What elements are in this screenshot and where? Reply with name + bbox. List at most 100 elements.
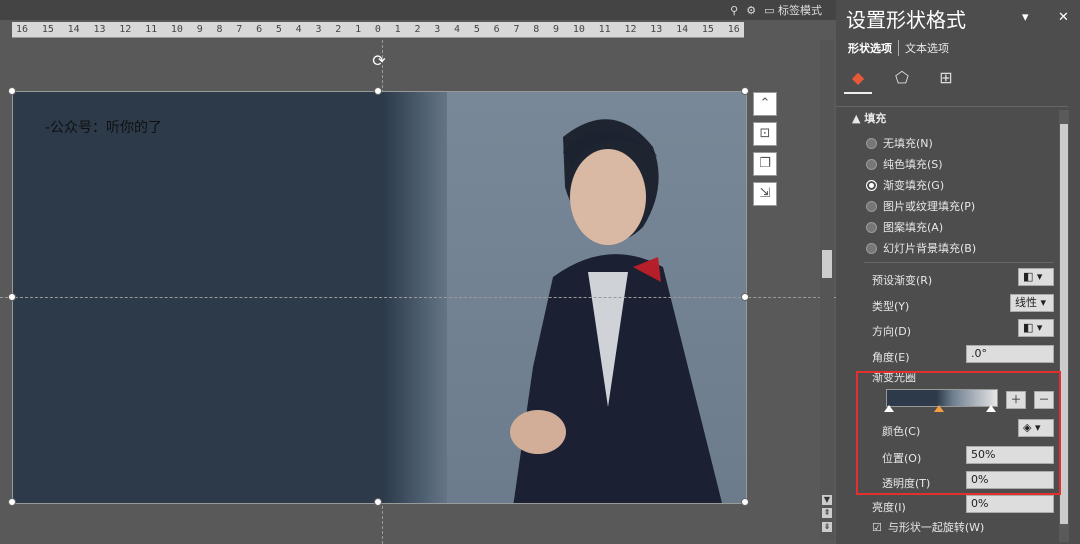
ruler-tick: 1 bbox=[355, 24, 362, 35]
radio-label: 渐变填充(G) bbox=[883, 179, 945, 192]
radio-label: 幻灯片背景填充(B) bbox=[883, 242, 977, 255]
ruler-tick: 6 bbox=[493, 24, 500, 35]
ruler-tick: 10 bbox=[170, 24, 183, 35]
direction-dropdown[interactable]: ◧ ▾ bbox=[1018, 319, 1054, 337]
radio-pattern-fill[interactable]: 图案填充(A) bbox=[866, 219, 943, 235]
radio-label: 图片或纹理填充(P) bbox=[883, 200, 976, 213]
ruler-tick: 13 bbox=[93, 24, 106, 35]
radio-no-fill[interactable]: 无填充(N) bbox=[866, 135, 933, 151]
close-icon[interactable]: ✕ bbox=[1058, 10, 1069, 25]
arrange-icon[interactable]: ❐ bbox=[753, 152, 777, 176]
ruler-tick: 11 bbox=[598, 24, 611, 35]
radio-icon bbox=[866, 200, 877, 212]
label-mode-button[interactable]: ▭ 标签模式 bbox=[764, 2, 822, 18]
align-icon[interactable]: ⊡ bbox=[753, 122, 777, 146]
panel-menu-icon[interactable]: ▾ bbox=[1022, 10, 1029, 25]
effects-pentagon-icon[interactable]: ⬠ bbox=[888, 64, 916, 92]
resize-handle[interactable] bbox=[8, 293, 16, 301]
ruler-tick: 3 bbox=[434, 24, 441, 35]
ruler-tick: 4 bbox=[454, 24, 461, 35]
size-properties-icon[interactable]: ⊞ bbox=[932, 64, 960, 92]
ruler-tick: 4 bbox=[295, 24, 302, 35]
radio-label: 无填充(N) bbox=[883, 137, 933, 150]
resize-handle[interactable] bbox=[741, 293, 749, 301]
ruler-tick: 3 bbox=[315, 24, 322, 35]
ruler-tick: 16 bbox=[727, 24, 740, 35]
angle-input[interactable]: .0° bbox=[966, 345, 1054, 363]
fill-line-icon[interactable]: ◆ bbox=[844, 64, 872, 94]
slide-text[interactable]: -公众号：听你的了 bbox=[45, 117, 162, 137]
scroll-thumb[interactable] bbox=[822, 250, 832, 278]
type-label: 类型(Y) bbox=[872, 300, 910, 313]
ruler-tick: 8 bbox=[216, 24, 223, 35]
radio-icon bbox=[866, 179, 877, 191]
resize-handle[interactable] bbox=[8, 498, 16, 506]
radio-icon bbox=[866, 137, 877, 149]
ruler-tick: 1 bbox=[394, 24, 401, 35]
radio-label: 图案填充(A) bbox=[883, 221, 944, 234]
ruler-tick: 5 bbox=[473, 24, 480, 35]
ruler-tick: 9 bbox=[196, 24, 203, 35]
ruler-tick: 14 bbox=[676, 24, 689, 35]
top-toolbar: ⚲ ⚙ ▭ 标签模式 bbox=[0, 0, 836, 20]
divider bbox=[864, 262, 1054, 263]
ruler-tick: 12 bbox=[624, 24, 637, 35]
ruler-tick: 11 bbox=[145, 24, 158, 35]
divider bbox=[836, 106, 1068, 107]
brightness-input[interactable]: 0% bbox=[966, 495, 1054, 513]
preset-gradient-dropdown[interactable]: ◧ ▾ bbox=[1018, 268, 1054, 286]
slide-canvas: ⚲ ⚙ ▭ 标签模式 16 15 14 13 12 11 10 9 8 7 6 5 4 3 2 1 0 1 2 3 4 5… bbox=[0, 0, 836, 544]
ruler-tick: 15 bbox=[41, 24, 54, 35]
ruler-tick: 2 bbox=[335, 24, 342, 35]
scroll-down-icon[interactable]: ▼ bbox=[822, 495, 832, 505]
ruler-tick: 7 bbox=[236, 24, 243, 35]
ruler-tick: 5 bbox=[275, 24, 282, 35]
angle-value: .0° bbox=[971, 347, 987, 360]
rotate-handle-icon[interactable]: ⟳ bbox=[370, 52, 388, 70]
resize-handle[interactable] bbox=[374, 87, 382, 95]
radio-solid-fill[interactable]: 纯色填充(S) bbox=[866, 156, 943, 172]
radio-gradient-fill[interactable]: 渐变填充(G) bbox=[866, 177, 944, 193]
tab-shape-options[interactable]: 形状选项 bbox=[848, 40, 899, 56]
horizontal-ruler: 16 15 14 13 12 11 10 9 8 7 6 5 4 3 2 1 0 1 2 3 4 5 6 7 8 9 10 11 12 1… bbox=[12, 22, 744, 38]
crop-icon[interactable]: ⇲ bbox=[753, 182, 777, 206]
zoom-icon[interactable]: ⚲ bbox=[730, 4, 738, 17]
rotate-with-shape-label: 与形状一起旋转(W) bbox=[887, 521, 985, 534]
ruler-tick: 10 bbox=[572, 24, 585, 35]
ruler-tick: 13 bbox=[650, 24, 663, 35]
resize-handle[interactable] bbox=[741, 87, 749, 95]
ruler-tick: 14 bbox=[67, 24, 80, 35]
next-slide-icon[interactable]: ⇟ bbox=[822, 522, 832, 532]
ruler-tick: 12 bbox=[119, 24, 132, 35]
ruler-tick: 0 bbox=[374, 24, 381, 35]
layout-options-icon[interactable]: ⌃ bbox=[753, 92, 777, 116]
type-value: 线性 bbox=[1015, 296, 1037, 309]
preset-gradient-label: 预设渐变(R) bbox=[872, 274, 933, 287]
resize-handle[interactable] bbox=[374, 498, 382, 506]
settings-icon[interactable]: ⚙ bbox=[746, 4, 756, 17]
checkbox-checked-icon: ☑ bbox=[872, 520, 882, 534]
radio-picture-fill[interactable]: 图片或纹理填充(P) bbox=[866, 198, 975, 214]
panel-scroll-thumb[interactable] bbox=[1060, 124, 1068, 524]
rotate-with-shape-checkbox[interactable]: ☑ 与形状一起旋转(W) bbox=[872, 519, 984, 535]
radio-icon bbox=[866, 158, 877, 170]
radio-icon bbox=[866, 221, 877, 233]
brightness-value: 0% bbox=[971, 497, 989, 510]
angle-label: 角度(E) bbox=[872, 351, 910, 364]
type-dropdown[interactable]: 线性 ▾ bbox=[1010, 294, 1054, 312]
canvas-vertical-scrollbar[interactable]: ▼ ⇞ ⇟ bbox=[820, 40, 834, 540]
ruler-tick: 6 bbox=[256, 24, 263, 35]
tab-text-options[interactable]: 文本选项 bbox=[905, 40, 955, 56]
radio-slide-bg-fill[interactable]: 幻灯片背景填充(B) bbox=[866, 240, 976, 256]
highlight-box bbox=[856, 371, 1061, 495]
ruler-tick: 16 bbox=[16, 24, 29, 35]
resize-handle[interactable] bbox=[741, 498, 749, 506]
panel-title: 设置形状格式 bbox=[846, 8, 966, 32]
brightness-label: 亮度(I) bbox=[872, 501, 906, 514]
section-fill-header[interactable]: ▲ 填充 bbox=[852, 110, 886, 126]
horizontal-guide[interactable] bbox=[0, 297, 836, 298]
ruler-tick: 9 bbox=[553, 24, 560, 35]
resize-handle[interactable] bbox=[8, 87, 16, 95]
prev-slide-icon[interactable]: ⇞ bbox=[822, 508, 832, 518]
person-photo bbox=[510, 119, 722, 503]
